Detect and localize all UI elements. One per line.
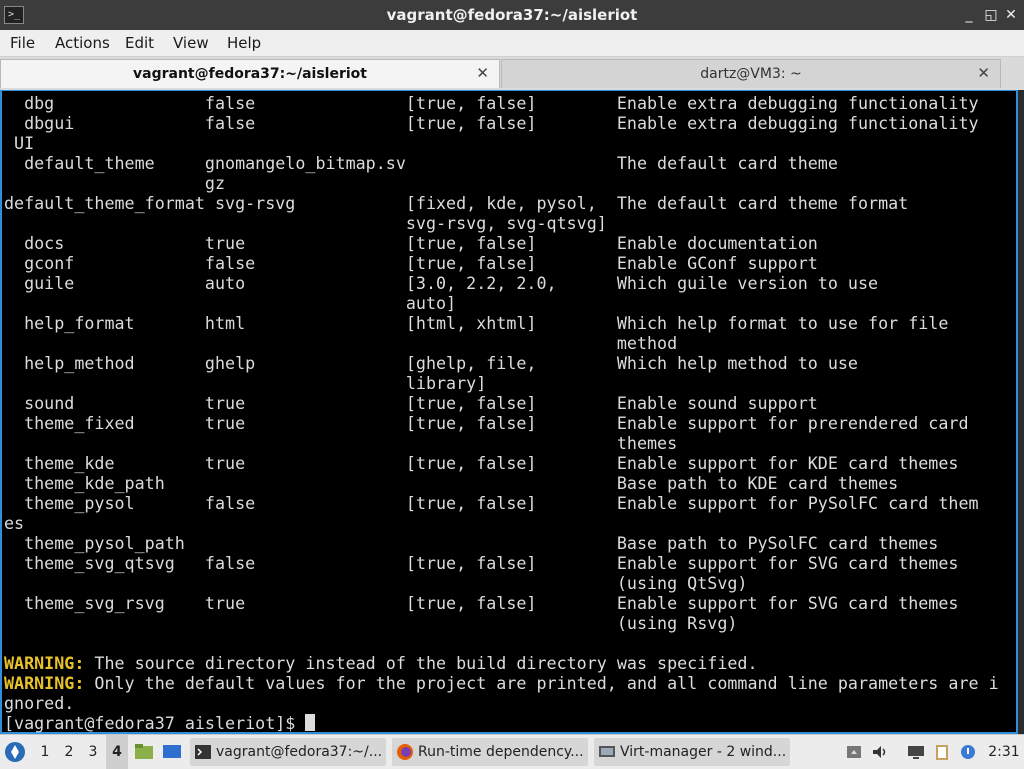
terminal-line: theme_pysol false [true, false] Enable s… [4,493,979,513]
terminal-line: gconf false [true, false] Enable GConf s… [4,253,818,273]
firefox-icon [397,744,413,760]
window-title: vagrant@fedora37:~/aisleriot [386,6,638,24]
task-label: vagrant@fedora37:~/... [216,744,383,760]
menu-file[interactable]: File [10,34,35,52]
terminal-line: help_format html [html, xhtml] Which hel… [4,313,949,333]
task-label: Virt-manager - 2 wind... [620,744,787,760]
task-label: Run-time dependency... [418,744,584,760]
task-virt-manager[interactable]: Virt-manager - 2 wind... [594,738,790,766]
warning-continuation: gnored. [4,693,75,713]
terminal-line: docs true [true, false] Enable documenta… [4,233,818,253]
terminal-line: default_theme gnomangelo_bitmap.sv The d… [4,153,838,173]
tab-close-icon[interactable]: ✕ [476,64,489,82]
desktop-icon [163,745,181,758]
warning-line: WARNING: The source directory instead of… [4,653,999,673]
warning-message: The source directory instead of the buil… [84,653,758,673]
tab-bar: vagrant@fedora37:~/aisleriot ✕ dartz@VM3… [0,57,1024,90]
close-window-button[interactable]: ✕ [1002,6,1020,24]
clock[interactable]: 2:31 [986,735,1022,769]
menu-view[interactable]: View [173,34,209,52]
text-cursor [305,714,316,731]
terminal-line: themes [4,433,678,453]
minimize-button[interactable]: _ [960,6,978,24]
menu-edit[interactable]: Edit [125,34,154,52]
menu-help[interactable]: Help [227,34,261,52]
task-terminal[interactable]: vagrant@fedora37:~/... [190,738,386,766]
task-firefox[interactable]: Run-time dependency... [392,738,588,766]
tab-label: vagrant@fedora37:~/aisleriot [133,66,367,82]
terminal-line: help_method ghelp [ghelp, file, Which he… [4,353,858,373]
terminal-line: theme_kde true [true, false] Enable supp… [4,453,959,473]
terminal-output: dbg false [true, false] Enable extra deb… [4,93,999,733]
terminal-view[interactable]: dbg false [true, false] Enable extra deb… [0,90,1018,734]
tab-dartz-vm3[interactable]: dartz@VM3: ~ ✕ [501,59,1001,88]
terminal-scrollbar[interactable] [1018,90,1024,734]
terminal-line: svg-rsvg, svg-qtsvg] [4,213,607,233]
terminal-line: gz [4,173,226,193]
terminal-line: theme_pysol_path Base path to PySolFC ca… [4,533,939,553]
tab-vagrant-aisleriot[interactable]: vagrant@fedora37:~/aisleriot ✕ [0,59,500,88]
terminal-line: guile auto [3.0, 2.2, 2.0, Which guile v… [4,273,879,293]
start-menu-button[interactable] [4,735,28,769]
workspace-1[interactable]: 1 [34,735,56,769]
tab-close-icon[interactable]: ✕ [977,64,990,82]
network-icon[interactable] [845,743,863,761]
terminal-line: theme_fixed true [true, false] Enable su… [4,413,969,433]
warning-message: Only the default values for the project … [84,673,999,693]
terminal-line: dbg false [true, false] Enable extra deb… [4,93,979,113]
terminal-line: theme_svg_rsvg true [true, false] Enable… [4,593,959,613]
file-manager-launcher[interactable] [134,735,156,769]
terminal-line: sound true [true, false] Enable sound su… [4,393,818,413]
window-titlebar: >_ vagrant@fedora37:~/aisleriot _ ◱ ✕ [0,0,1024,30]
prompt-line[interactable]: [vagrant@fedora37 aisleriot]$ [4,713,999,733]
menu-actions[interactable]: Actions [55,34,110,52]
terminal-line: dbgui false [true, false] Enable extra d… [4,113,979,133]
warning-label: WARNING: [4,653,85,673]
shell-prompt: [vagrant@fedora37 aisleriot]$ [4,713,306,733]
terminal-line: theme_kde_path Base path to KDE card the… [4,473,899,493]
terminal-line: method [4,333,678,353]
volume-icon[interactable] [871,743,889,761]
notifications-icon[interactable] [959,743,977,761]
show-desktop-button[interactable] [162,735,184,769]
terminal-line: es [4,513,25,533]
virt-manager-icon [599,746,615,757]
warning-label: WARNING: [4,673,85,693]
menu-bar: File Actions Edit View Help [0,30,1024,57]
terminal-line: theme_svg_qtsvg false [true, false] Enab… [4,553,959,573]
tab-label: dartz@VM3: ~ [700,66,802,82]
display-icon[interactable] [907,743,925,761]
terminal-line: UI [4,133,35,153]
workspace-4[interactable]: 4 [106,735,128,769]
terminal-line: (using QtSvg) [4,573,748,593]
warning-line: WARNING: Only the default values for the… [4,673,999,693]
app-menu-icon [5,742,25,762]
clipboard-icon[interactable] [933,743,951,761]
folder-icon [135,744,153,759]
terminal-line: (using Rsvg) [4,613,738,633]
workspace-3[interactable]: 3 [82,735,104,769]
workspace-2[interactable]: 2 [58,735,80,769]
terminal-line: default_theme_format svg-rsvg [fixed, kd… [4,193,909,213]
terminal-icon [195,745,211,759]
terminal-line: auto] [4,293,457,313]
terminal-line: library] [4,373,487,393]
taskbar: 1 2 3 4 vagrant@fedora37:~/... Run-time … [0,734,1024,769]
maximize-button[interactable]: ◱ [982,6,1000,24]
